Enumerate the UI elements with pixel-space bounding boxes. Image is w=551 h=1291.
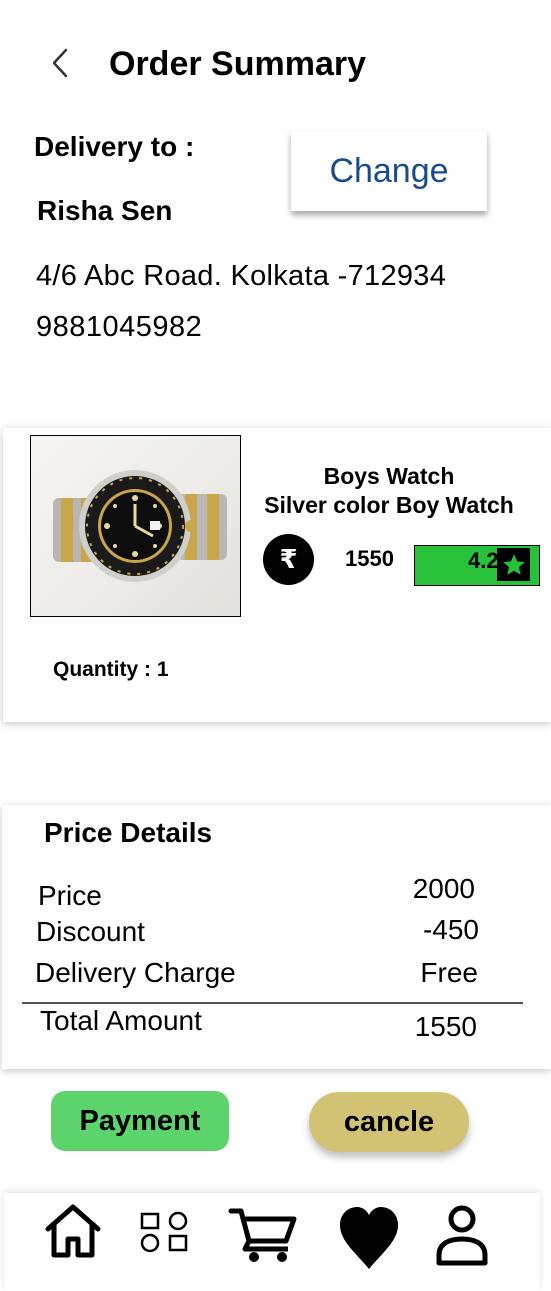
nav-profile[interactable] bbox=[434, 1203, 490, 1272]
nav-categories[interactable] bbox=[140, 1211, 190, 1258]
watch-icon bbox=[53, 470, 227, 582]
product-price: 1550 bbox=[345, 546, 394, 571]
star-icon bbox=[497, 548, 530, 581]
rupee-icon: ₹ bbox=[263, 534, 314, 585]
back-button[interactable] bbox=[44, 44, 78, 84]
delivery-address: 4/6 Abc Road. Kolkata -712934 bbox=[36, 260, 447, 292]
nav-cart[interactable] bbox=[228, 1205, 298, 1268]
phone-number: 9881045982 bbox=[36, 311, 203, 343]
profile-icon bbox=[436, 1205, 488, 1266]
delivery-charge-label: Delivery Charge bbox=[35, 957, 236, 988]
discount-label: Discount bbox=[36, 916, 145, 947]
price-details-title: Price Details bbox=[44, 817, 213, 848]
change-address-button[interactable]: Change bbox=[291, 131, 487, 211]
nav-wishlist[interactable] bbox=[338, 1205, 400, 1276]
price-label: Price bbox=[38, 880, 102, 911]
total-amount-label: Total Amount bbox=[40, 1005, 202, 1036]
product-subtitle: Silver color Boy Watch bbox=[264, 492, 514, 518]
divider bbox=[22, 1002, 523, 1004]
bottom-navigation bbox=[4, 1193, 540, 1291]
home-icon bbox=[45, 1204, 101, 1258]
recipient-name: Risha Sen bbox=[37, 195, 173, 226]
product-title: Boys Watch bbox=[323, 463, 455, 489]
nav-home[interactable] bbox=[40, 1201, 106, 1266]
page-title: Order Summary bbox=[109, 45, 366, 83]
cancel-button[interactable]: cancle bbox=[309, 1092, 469, 1152]
chevron-left-icon bbox=[52, 48, 68, 78]
product-title-block: Boys Watch Silver color Boy Watch bbox=[255, 462, 523, 520]
payment-button[interactable]: Payment bbox=[51, 1091, 229, 1151]
total-amount-value: 1550 bbox=[414, 1011, 477, 1042]
price-value: 2000 bbox=[412, 873, 475, 904]
discount-value: -450 bbox=[422, 914, 479, 945]
heart-icon bbox=[340, 1207, 398, 1269]
product-image[interactable] bbox=[30, 435, 241, 617]
cart-icon bbox=[228, 1208, 297, 1262]
quantity-label: Quantity : 1 bbox=[53, 658, 169, 681]
categories-icon bbox=[140, 1211, 188, 1253]
delivery-charge-value: Free bbox=[420, 957, 478, 988]
rating-value: 4.2 bbox=[468, 548, 499, 573]
rating-badge: 4.2 bbox=[414, 545, 540, 586]
delivery-label: Delivery to : bbox=[34, 131, 195, 162]
